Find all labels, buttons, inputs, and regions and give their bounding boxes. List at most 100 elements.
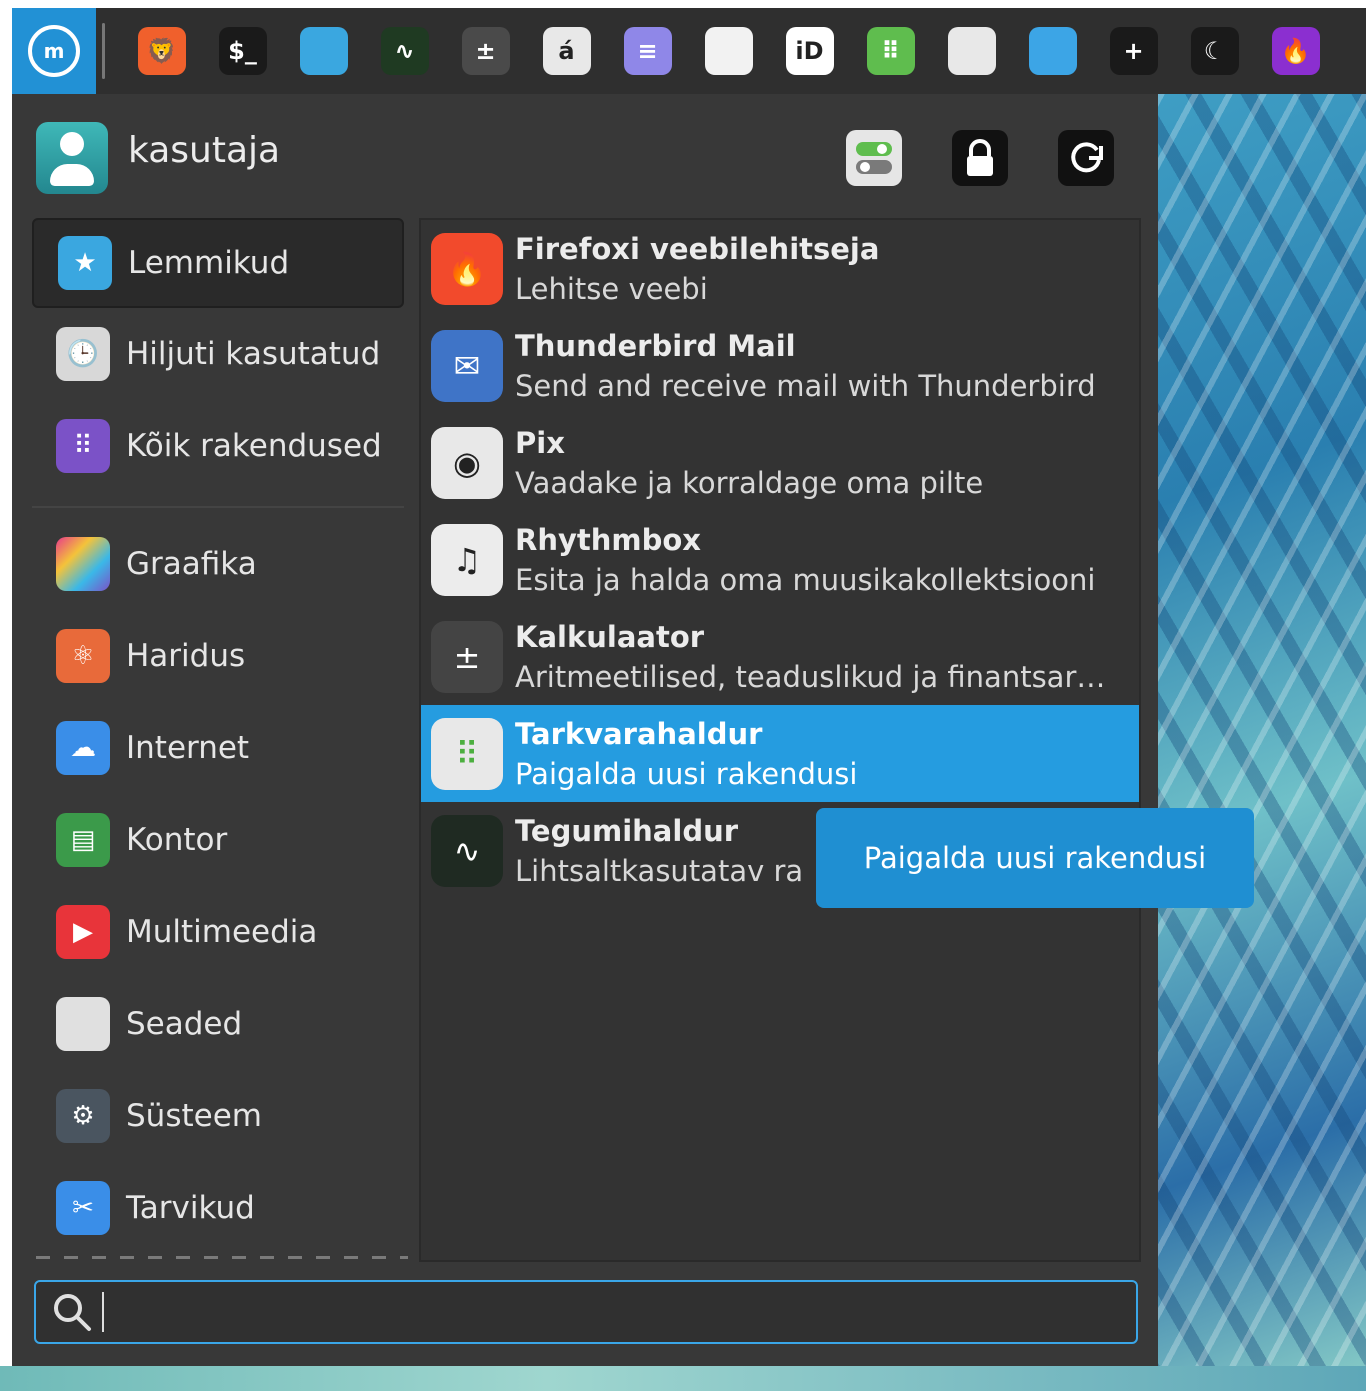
panel-launcher[interactable]: ± [445, 8, 526, 94]
document-viewer-icon [704, 27, 753, 75]
app-item[interactable]: ± Kalkulaator Aritmeetilised, teaduslikud … [421, 608, 1139, 705]
panel-launcher[interactable]: ☾ [1174, 8, 1255, 94]
lock-screen-button[interactable] [952, 130, 1008, 186]
software-manager-icon: ⠿ [431, 717, 503, 790]
screenshot-icon: + [1109, 27, 1158, 75]
top-strip [0, 0, 1366, 8]
desktop-wallpaper-bottom [0, 1366, 1366, 1391]
app-text: Pix Vaadake ja korraldage oma pilte [515, 423, 1135, 503]
id-card-icon: iD [785, 27, 834, 75]
panel-launcher[interactable]: iD [769, 8, 850, 94]
panel-launcher[interactable]: á [526, 8, 607, 94]
search-input[interactable] [114, 1295, 1114, 1329]
category-item[interactable]: ⚛ Haridus [32, 610, 404, 702]
app-item[interactable]: ⠿ Tarkvarahaldur Paigalda uusi rakendusi [421, 705, 1139, 802]
category-label: Hiljuti kasutatud [126, 336, 381, 372]
education-icon: ⚛ [56, 629, 110, 683]
refresh-logout-icon [1071, 142, 1103, 173]
panel-launcher[interactable]: ≡ [607, 8, 688, 94]
app-text: Tarkvarahaldur Paigalda uusi rakendusi [515, 714, 1135, 794]
graphics-icon [56, 537, 110, 591]
app-name: Thunderbird Mail [515, 328, 796, 363]
app-text: Thunderbird Mail Send and receive mail wi… [515, 326, 1135, 406]
app-item[interactable]: ✉ Thunderbird Mail Send and receive mail w… [421, 317, 1139, 414]
panel-launcher[interactable]: 🦁 [121, 8, 202, 94]
accessories-scissors-icon: ✂ [56, 1181, 110, 1235]
app-description: Paigalda uusi rakendusi [515, 756, 858, 791]
panel-launcher[interactable]: 🔥 [1255, 8, 1336, 94]
category-item[interactable]: 🕒 Hiljuti kasutatud [32, 308, 404, 400]
app-name: Kalkulaator [515, 619, 705, 654]
settings-toggle-icon [856, 142, 892, 174]
panel-launcher[interactable] [1012, 8, 1093, 94]
app-text: Firefoxi veebilehitseja Lehitse veebi [515, 229, 1135, 309]
multimedia-play-icon: ▶ [56, 905, 110, 959]
panel-launcher[interactable]: ∿ [364, 8, 445, 94]
task-manager-icon: ∿ [431, 814, 503, 887]
recent-clock-icon: 🕒 [56, 327, 110, 381]
category-label: Multimeedia [126, 914, 318, 950]
panel-launcher[interactable]: $_ [202, 8, 283, 94]
category-item[interactable]: ⚙ Süsteem [32, 1070, 404, 1162]
panel-launcher[interactable] [283, 8, 364, 94]
app-description: Vaadake ja korraldage oma pilte [515, 465, 984, 500]
firefox-icon: 🔥 [1271, 27, 1320, 75]
panel-launcher[interactable] [688, 8, 769, 94]
panel-separator [102, 23, 105, 79]
character-map-icon: á [542, 27, 591, 75]
category-item[interactable]: ✂ Tarvikud [32, 1162, 404, 1254]
category-item[interactable]: ⠿ Kõik rakendused [32, 400, 404, 492]
app-text: Rhythmbox Esita ja halda oma muusikakolle… [515, 520, 1135, 600]
tooltip: Paigalda uusi rakendusi [816, 808, 1254, 908]
calculator-icon: ± [461, 27, 510, 75]
brave-icon: 🦁 [137, 27, 186, 75]
settings-icon [947, 27, 996, 75]
system-gear-icon: ⚙ [56, 1089, 110, 1143]
text-editor-icon: ≡ [623, 27, 672, 75]
category-label: Haridus [126, 638, 246, 674]
category-label: Seaded [126, 1006, 243, 1042]
app-text: Kalkulaator Aritmeetilised, teaduslikud j… [515, 617, 1135, 697]
category-item[interactable]: Graafika [32, 518, 404, 610]
desktop-wallpaper [1158, 94, 1366, 1391]
user-avatar-icon[interactable] [36, 122, 108, 194]
thunderbird-mail-icon: ✉ [431, 329, 503, 402]
terminal-icon: $_ [218, 27, 267, 75]
files-icon [299, 27, 348, 75]
search-box[interactable] [34, 1280, 1138, 1344]
favorites-folder-icon: ★ [58, 236, 112, 290]
category-label: Lemmikud [128, 245, 290, 281]
category-item[interactable]: Seaded [32, 978, 404, 1070]
app-description: Aritmeetilised, teaduslikud ja finantsar… [515, 659, 1106, 694]
system-monitor-icon: ∿ [380, 27, 429, 75]
category-item[interactable]: ▶ Multimeedia [32, 886, 404, 978]
category-item[interactable]: ▤ Kontor [32, 794, 404, 886]
category-label: Süsteem [126, 1098, 262, 1134]
panel-launcher[interactable]: ⠿ [850, 8, 931, 94]
software-manager-icon: ⠿ [866, 27, 915, 75]
app-item[interactable]: ◉ Pix Vaadake ja korraldage oma pilte [421, 414, 1139, 511]
app-name: Firefoxi veebilehitseja [515, 231, 880, 266]
mint-logo-icon: m [28, 25, 80, 77]
logout-button[interactable] [1058, 130, 1114, 186]
panel-launcher[interactable] [931, 8, 1012, 94]
user-name: kasutaja [128, 130, 281, 171]
app-description: Send and receive mail with Thunderbird [515, 368, 1096, 403]
top-panel: m 🦁 $_ ∿ ± á ≡ iD ⠿ + ☾ 🔥 [12, 8, 1366, 94]
category-scroll-indicator [36, 1256, 408, 1259]
panel-launcher[interactable]: + [1093, 8, 1174, 94]
app-item[interactable]: 🔥 Firefoxi veebilehitseja Lehitse veebi [421, 220, 1139, 317]
settings-button[interactable] [846, 130, 902, 186]
app-name: Tarkvarahaldur [515, 716, 763, 751]
search-icon [54, 1294, 91, 1331]
menu-start-button[interactable]: m [12, 8, 96, 94]
category-label: Graafika [126, 546, 257, 582]
application-menu: kasutaja ★ Lemmikud 🕒 Hiljuti kasutatud ⠿ Kõi… [12, 94, 1158, 1366]
category-item[interactable]: ☁ Internet [32, 702, 404, 794]
app-item[interactable]: ♫ Rhythmbox Esita ja halda oma muusikakoll… [421, 511, 1139, 608]
settings-toggle-icon [56, 997, 110, 1051]
app-description: Lehitse veebi [515, 271, 708, 306]
left-strip [0, 0, 12, 1391]
pix-icon: ◉ [431, 426, 503, 499]
category-item[interactable]: ★ Lemmikud [32, 218, 404, 308]
